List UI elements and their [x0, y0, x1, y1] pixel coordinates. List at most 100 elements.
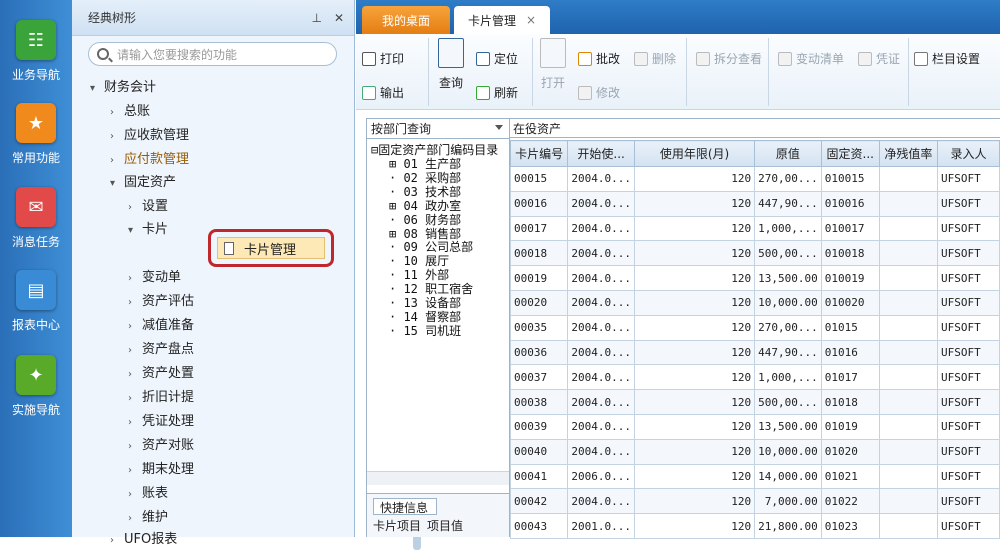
- close-icon[interactable]: ✕: [334, 11, 344, 25]
- table-cell: 01019: [820, 413, 880, 440]
- table-row[interactable]: 00018 2004.0... 120 500,00... 010018 UFSOFT: [509, 240, 1000, 267]
- tree-item[interactable]: › 减值准备: [128, 314, 194, 333]
- column-header[interactable]: 固定资...: [820, 140, 880, 167]
- expand-icon[interactable]: ·: [389, 324, 403, 338]
- expand-arrow-icon[interactable]: ›: [128, 273, 142, 284]
- tree-item[interactable]: › 设置: [128, 195, 168, 214]
- tree-item[interactable]: › 资产评估: [128, 290, 194, 309]
- tree-item[interactable]: › 维护: [128, 506, 168, 525]
- chevron-down-icon[interactable]: [495, 125, 503, 130]
- split-view-button[interactable]: 拆分查看: [696, 50, 762, 67]
- tree-item[interactable]: › 账表: [128, 482, 168, 501]
- expand-arrow-icon[interactable]: ›: [128, 441, 142, 452]
- table-row[interactable]: 00016 2004.0... 120 447,90... 010016 UFSOFT: [509, 190, 1000, 217]
- column-settings-button[interactable]: 栏目设置: [914, 50, 980, 67]
- delete-button[interactable]: 删除: [634, 50, 676, 67]
- nav-item[interactable]: ✉ 消息任务: [0, 187, 72, 250]
- tree-item[interactable]: › 资产对账: [128, 434, 194, 453]
- tab-card-manage[interactable]: 卡片管理 ×: [454, 6, 550, 34]
- tab-my-desktop[interactable]: 我的桌面: [362, 6, 450, 34]
- table-row[interactable]: 00037 2004.0... 120 1,000,... 01017 UFSOFT: [509, 364, 1000, 391]
- locate-button[interactable]: 定位: [476, 50, 518, 67]
- expand-arrow-icon[interactable]: ›: [128, 202, 142, 213]
- column-header[interactable]: 原值: [754, 140, 822, 167]
- table-row[interactable]: 00041 2006.0... 120 14,000.00 01021 UFSOFT: [509, 463, 1000, 490]
- tree-item[interactable]: › 资产盘点: [128, 338, 194, 357]
- output-button[interactable]: 输出: [362, 84, 404, 101]
- quick-info-tab[interactable]: 快捷信息: [373, 498, 437, 515]
- pin-icon[interactable]: ⊥: [311, 11, 321, 25]
- expand-arrow-icon[interactable]: ›: [128, 321, 142, 332]
- voucher-button[interactable]: 凭证: [858, 50, 900, 67]
- table-cell: 00019: [509, 265, 569, 291]
- query-button[interactable]: 查询: [438, 38, 464, 91]
- table-cell: 120: [633, 289, 756, 316]
- tree-item[interactable]: › 凭证处理: [128, 410, 194, 429]
- expand-arrow-icon[interactable]: ›: [128, 345, 142, 356]
- change-list-button[interactable]: 变动清单: [778, 50, 844, 67]
- table-cell: UFSOFT: [936, 314, 1000, 341]
- tree-item[interactable]: › 总账: [110, 100, 150, 119]
- expand-arrow-icon[interactable]: ▾: [128, 225, 142, 236]
- column-header[interactable]: 卡片编号: [509, 140, 569, 167]
- table-cell: 00039: [509, 413, 569, 440]
- dept-node[interactable]: · 15 司机班: [389, 322, 461, 339]
- table-cell: 00040: [509, 438, 569, 465]
- column-header[interactable]: 录入人: [936, 140, 1000, 167]
- column-header[interactable]: 开始使...: [567, 140, 635, 167]
- tree-item[interactable]: › UFO报表: [110, 528, 177, 547]
- modify-button[interactable]: 修改: [578, 84, 620, 101]
- expand-arrow-icon[interactable]: ›: [110, 107, 124, 118]
- tree-item[interactable]: › 应付款管理: [110, 148, 189, 167]
- tree-item[interactable]: › 折旧计提: [128, 386, 194, 405]
- expand-arrow-icon[interactable]: ›: [110, 155, 124, 166]
- dept-tree-hscrollbar[interactable]: [367, 471, 509, 485]
- nav-item[interactable]: ▤ 报表中心: [0, 270, 72, 333]
- print-button[interactable]: 打印: [362, 50, 404, 67]
- table-row[interactable]: 00015 2004.0... 120 270,00... 010015 UFSOFT: [509, 166, 1000, 192]
- tree-item[interactable]: ▾ 卡片: [128, 218, 168, 237]
- table-row[interactable]: 00035 2004.0... 120 270,00... 01015 UFSOFT: [509, 314, 1000, 341]
- expand-arrow-icon[interactable]: ›: [128, 297, 142, 308]
- nav-item[interactable]: ★ 常用功能: [0, 103, 72, 166]
- table-row[interactable]: 00017 2004.0... 120 1,000,... 010017 UFSOFT: [509, 215, 1000, 242]
- expand-arrow-icon[interactable]: ›: [110, 131, 124, 142]
- expand-arrow-icon[interactable]: ▾: [110, 178, 124, 189]
- tree-item[interactable]: ▾ 固定资产: [110, 171, 176, 190]
- tree-item[interactable]: › 应收款管理: [110, 124, 189, 143]
- expand-arrow-icon[interactable]: ›: [128, 393, 142, 404]
- function-search-input[interactable]: 请输入您要搜索的功能: [88, 42, 337, 66]
- table-cell: 120: [633, 215, 756, 242]
- open-button[interactable]: 打开: [540, 38, 566, 91]
- table-row[interactable]: 00042 2004.0... 120 7,000.00 01022 UFSOFT: [509, 488, 1000, 515]
- table-row[interactable]: 00019 2004.0... 120 13,500.00 010019 UFSOFT: [509, 265, 1000, 291]
- table-row[interactable]: 00040 2004.0... 120 10,000.00 01020 UFSOFT: [509, 438, 1000, 465]
- expand-arrow-icon[interactable]: ›: [128, 465, 142, 476]
- expand-arrow-icon[interactable]: ›: [128, 489, 142, 500]
- tree-item-card-manage[interactable]: 卡片管理: [217, 237, 325, 259]
- tree-item[interactable]: ▾ 财务会计: [90, 76, 156, 95]
- approve-button[interactable]: 批改: [578, 50, 620, 67]
- close-tab-icon[interactable]: ×: [526, 13, 536, 27]
- tree-item[interactable]: › 资产处置: [128, 362, 194, 381]
- nav-item[interactable]: ☷ 业务导航: [0, 20, 72, 83]
- expand-arrow-icon[interactable]: ▾: [90, 83, 104, 94]
- column-header[interactable]: 净残值率: [878, 140, 938, 167]
- table-row[interactable]: 00039 2004.0... 120 13,500.00 01019 UFSOFT: [509, 413, 1000, 440]
- table-row[interactable]: 00036 2004.0... 120 447,90... 01016 UFSOFT: [509, 339, 1000, 366]
- expand-arrow-icon[interactable]: ›: [128, 369, 142, 380]
- tree-item[interactable]: › 变动单: [128, 266, 181, 285]
- refresh-button[interactable]: 刷新: [476, 84, 518, 101]
- table-row[interactable]: 00020 2004.0... 120 10,000.00 010020 UFSOFT: [509, 289, 1000, 316]
- tree-item[interactable]: › 期末处理: [128, 458, 194, 477]
- query-mode-select[interactable]: 按部门查询: [367, 119, 509, 139]
- expand-arrow-icon[interactable]: ›: [128, 513, 142, 524]
- table-row[interactable]: 00043 2001.0... 120 21,800.00 01023 UFSOFT: [509, 513, 1000, 539]
- expand-arrow-icon[interactable]: ›: [128, 417, 142, 428]
- column-header[interactable]: 使用年限(月): [633, 140, 756, 167]
- nav-item[interactable]: ✦ 实施导航: [0, 355, 72, 418]
- table-cell: UFSOFT: [936, 488, 1000, 515]
- table-row[interactable]: 00038 2004.0... 120 500,00... 01018 UFSOFT: [509, 389, 1000, 415]
- table-cell: 21,800.00: [754, 513, 822, 539]
- tree-item-label: 资产对账: [142, 438, 195, 453]
